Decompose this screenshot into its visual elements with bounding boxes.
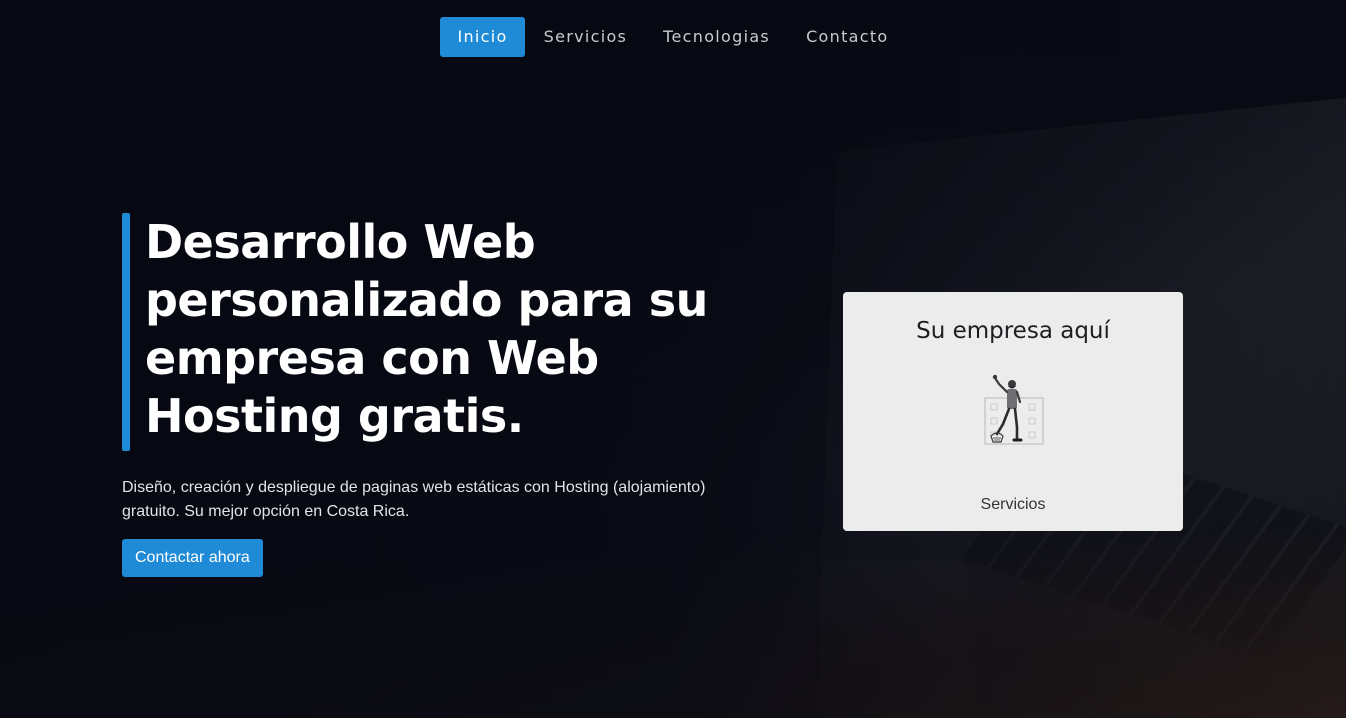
card-caption-services[interactable]: Servicios [843, 496, 1183, 514]
person-with-building-illustration [984, 374, 1044, 445]
nav-item-servicios[interactable]: Servicios [527, 17, 645, 57]
nav-item-inicio[interactable]: Inicio [440, 17, 525, 57]
nav-item-tecnologias[interactable]: Tecnologias [646, 17, 787, 57]
contact-now-button[interactable]: Contactar ahora [122, 539, 263, 577]
nav-item-contacto[interactable]: Contacto [789, 17, 905, 57]
card-title: Su empresa aquí [916, 318, 1110, 344]
company-card: Su empresa aquí Servicios [843, 292, 1183, 531]
hero-description: Diseño, creación y despliegue de paginas… [122, 479, 706, 520]
main-nav: Inicio Servicios Tecnologias Contacto [0, 17, 1346, 57]
hero-accent-bar [122, 213, 130, 451]
hero-title: Desarrollo Web personalizado para su emp… [145, 215, 708, 443]
page: Inicio Servicios Tecnologias Contacto De… [0, 0, 1346, 718]
